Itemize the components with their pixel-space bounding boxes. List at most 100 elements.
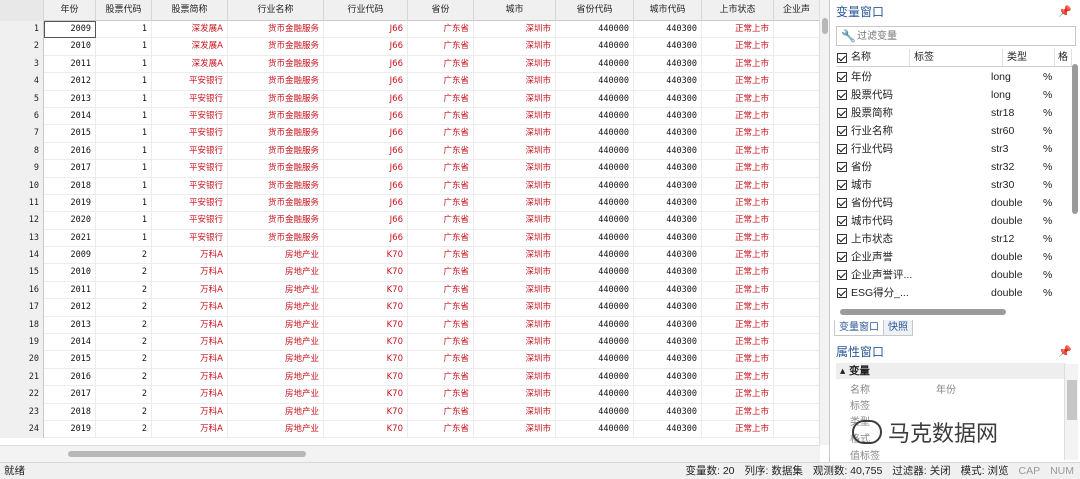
variable-name-cell[interactable]: 省份: [836, 158, 991, 176]
data-cell[interactable]: 440300: [634, 386, 702, 404]
data-cell[interactable]: K70: [324, 351, 408, 369]
table-row[interactable]: 23 2018 2 万科A 房地产业 K70 广东省 深圳市 440000 440300 正常上市: [0, 403, 820, 421]
data-cell[interactable]: 货币金融服务: [228, 142, 324, 161]
data-cell[interactable]: 深圳市: [474, 142, 556, 161]
row-number[interactable]: 4: [0, 73, 44, 91]
data-cell[interactable]: 1: [96, 142, 152, 161]
variable-item[interactable]: 省份代码 double%: [836, 194, 1072, 212]
variable-name-cell[interactable]: 上市状态: [836, 230, 991, 248]
data-cell[interactable]: [774, 160, 820, 178]
data-cell[interactable]: 房地产业: [228, 403, 324, 421]
data-cell[interactable]: 440000: [556, 142, 634, 161]
data-cell[interactable]: 1: [96, 125, 152, 143]
data-cell[interactable]: 1: [96, 38, 152, 56]
data-cell[interactable]: 正常上市: [702, 107, 774, 126]
table-row[interactable]: 4 2012 1 平安银行 货币金融服务 J66 广东省 深圳市 440000 440300 正常上…: [0, 73, 820, 91]
data-cell[interactable]: 平安银行: [152, 107, 228, 126]
data-cell[interactable]: 广东省: [408, 55, 474, 74]
data-cell[interactable]: 万科A: [152, 420, 228, 439]
data-cell[interactable]: 440300: [634, 334, 702, 352]
data-cell[interactable]: 广东省: [408, 125, 474, 143]
data-cell[interactable]: 440300: [634, 264, 702, 282]
data-cell[interactable]: 货币金融服务: [228, 38, 324, 56]
row-number[interactable]: 18: [0, 316, 44, 335]
data-cell[interactable]: 2011: [44, 55, 96, 74]
data-cell[interactable]: 正常上市: [702, 125, 774, 143]
data-cell[interactable]: 2019: [44, 420, 96, 439]
row-number[interactable]: 7: [0, 125, 44, 143]
data-cell[interactable]: [774, 90, 820, 108]
row-number[interactable]: 14: [0, 247, 44, 265]
data-cell[interactable]: K70: [324, 316, 408, 335]
data-cell[interactable]: 440000: [556, 368, 634, 387]
variable-name-cell[interactable]: 省份代码: [836, 194, 991, 212]
data-cell[interactable]: 房地产业: [228, 299, 324, 317]
data-cell[interactable]: 万科A: [152, 403, 228, 421]
variable-name-cell[interactable]: 企业声誉评...: [836, 266, 991, 284]
data-cell[interactable]: 440000: [556, 212, 634, 230]
data-cell[interactable]: 440000: [556, 229, 634, 248]
data-cell[interactable]: 2015: [44, 125, 96, 143]
variable-checkbox[interactable]: [837, 270, 847, 280]
data-cell[interactable]: 440000: [556, 107, 634, 126]
grid-vertical-scrollbar[interactable]: [819, 0, 829, 445]
variable-item[interactable]: 年份 long%: [836, 68, 1072, 86]
data-cell[interactable]: 深圳市: [474, 264, 556, 282]
variables-list[interactable]: 年份 long% 股票代码 long% 股票简称 str18% 行业名称 str60% 行业代码…: [836, 68, 1072, 302]
label-column-header[interactable]: 标签: [910, 49, 1003, 66]
data-cell[interactable]: 440300: [634, 281, 702, 300]
data-cell[interactable]: 广东省: [408, 212, 474, 230]
data-cell[interactable]: 货币金融服务: [228, 107, 324, 126]
data-cell[interactable]: 深圳市: [474, 351, 556, 369]
row-number[interactable]: 15: [0, 264, 44, 282]
data-cell[interactable]: 正常上市: [702, 177, 774, 195]
data-cell[interactable]: 广东省: [408, 229, 474, 248]
variable-item[interactable]: 行业名称 str60%: [836, 122, 1072, 140]
variable-name-cell[interactable]: 年份: [836, 68, 991, 86]
data-cell[interactable]: 440000: [556, 177, 634, 195]
data-cell[interactable]: 深圳市: [474, 299, 556, 317]
data-cell[interactable]: 万科A: [152, 299, 228, 317]
variable-name-cell[interactable]: 企业声誉: [836, 248, 991, 266]
row-number[interactable]: 23: [0, 403, 44, 421]
data-cell[interactable]: 2018: [44, 403, 96, 421]
data-cell[interactable]: 平安银行: [152, 229, 228, 248]
data-cell[interactable]: 440000: [556, 334, 634, 352]
table-row[interactable]: 22 2017 2 万科A 房地产业 K70 广东省 深圳市 440000 440300 正常上市: [0, 386, 820, 404]
data-cell[interactable]: 2: [96, 351, 152, 369]
data-cell[interactable]: [774, 107, 820, 126]
data-cell[interactable]: 440300: [634, 247, 702, 265]
data-cell[interactable]: [774, 212, 820, 230]
data-cell[interactable]: 平安银行: [152, 194, 228, 213]
property-value[interactable]: 年份: [936, 382, 956, 399]
row-number[interactable]: 22: [0, 386, 44, 404]
data-cell[interactable]: 深圳市: [474, 386, 556, 404]
data-cell[interactable]: 440300: [634, 90, 702, 108]
data-cell[interactable]: 广东省: [408, 299, 474, 317]
data-cell[interactable]: 货币金融服务: [228, 229, 324, 248]
data-cell[interactable]: 2014: [44, 107, 96, 126]
data-grid[interactable]: 年份 股票代码 股票简称 行业名称 行业代码 省份 城市 省份代码 城市代码 上市状态 企业声 12…: [0, 0, 830, 462]
row-number[interactable]: 8: [0, 142, 44, 161]
row-number[interactable]: 2: [0, 38, 44, 56]
data-cell[interactable]: 440000: [556, 90, 634, 108]
row-number[interactable]: 10: [0, 177, 44, 195]
data-cell[interactable]: 440000: [556, 125, 634, 143]
data-cell[interactable]: 深圳市: [474, 247, 556, 265]
data-cell[interactable]: 2: [96, 386, 152, 404]
data-cell[interactable]: 广东省: [408, 160, 474, 178]
data-cell[interactable]: [774, 194, 820, 213]
data-cell[interactable]: 货币金融服务: [228, 177, 324, 195]
data-cell[interactable]: 正常上市: [702, 420, 774, 439]
data-cell[interactable]: 2014: [44, 334, 96, 352]
table-row[interactable]: 2 2010 1 深发展A 货币金融服务 J66 广东省 深圳市 440000 440300 正常上…: [0, 38, 820, 56]
data-cell[interactable]: 2017: [44, 386, 96, 404]
table-row[interactable]: 7 2015 1 平安银行 货币金融服务 J66 广东省 深圳市 440000 440300 正常上…: [0, 125, 820, 143]
data-cell[interactable]: J66: [324, 229, 408, 248]
data-cell[interactable]: 平安银行: [152, 73, 228, 91]
data-cell[interactable]: 440000: [556, 160, 634, 178]
data-cell[interactable]: J66: [324, 125, 408, 143]
table-row[interactable]: 24 2019 2 万科A 房地产业 K70 广东省 深圳市 440000 440300 正常上市: [0, 420, 820, 439]
data-cell[interactable]: 440000: [556, 299, 634, 317]
grid-body[interactable]: 1 2009 1 深发展A 货币金融服务 J66 广东省 深圳市 440000 440300 正常上…: [0, 21, 820, 445]
